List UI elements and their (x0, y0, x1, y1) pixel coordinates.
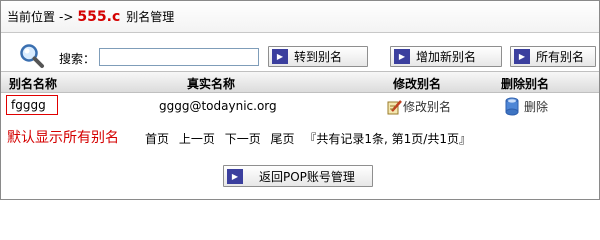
add-alias-button[interactable]: ▶ 增加新别名 (390, 46, 502, 67)
pager-first[interactable]: 首页 (145, 132, 169, 146)
modify-alias-label: 修改别名 (403, 100, 452, 114)
pagination: 首页 上一页 下一页 尾页 『共有记录1条, 第1页/共1页』 (145, 130, 477, 147)
delete-icon (505, 97, 519, 116)
header-modify: 修改别名 (393, 77, 442, 91)
arrow-right-icon: ▶ (227, 168, 243, 184)
arrow-right-icon: ▶ (272, 49, 288, 64)
add-alias-label: 增加新别名 (416, 50, 477, 64)
pager-summary: 『共有记录1条, 第1页/共1页』 (304, 132, 471, 146)
pager-prev[interactable]: 上一页 (179, 132, 215, 146)
breadcrumb-domain: 555.c (77, 8, 121, 25)
search-input[interactable] (99, 48, 259, 66)
table-row: fgggg gggg@todaynic.org 修改别名 删除 (1, 93, 599, 119)
default-note: 默认显示所有别名 (7, 130, 119, 146)
table-header: 别名名称 真实名称 修改别名 删除别名 (1, 71, 599, 93)
real-name-cell: gggg@todaynic.org (159, 99, 277, 113)
back-to-pop-button[interactable]: ▶ 返回POP账号管理 (223, 165, 373, 187)
alias-cell: fgggg (6, 95, 58, 115)
goto-alias-label: 转到别名 (294, 50, 343, 64)
goto-alias-button[interactable]: ▶ 转到别名 (268, 46, 368, 67)
back-to-pop-label: 返回POP账号管理 (259, 169, 355, 184)
all-aliases-button[interactable]: ▶ 所有别名 (510, 46, 596, 67)
header-alias: 别名名称 (9, 77, 58, 91)
header-real: 真实名称 (187, 77, 236, 91)
breadcrumb-arrow: -> (59, 9, 74, 24)
search-toolbar: 搜索： ▶ 转到别名 ▶ 增加新别名 ▶ 所有别名 (1, 41, 599, 69)
alias-management-panel: 当前位置 -> 555.c 别名管理 搜索： ▶ 转到别名 ▶ 增加新别名 ▶ … (0, 0, 600, 200)
pager-next[interactable]: 下一页 (225, 132, 261, 146)
edit-icon (387, 99, 402, 114)
breadcrumb-prefix: 当前位置 (7, 10, 56, 24)
breadcrumb-page: 别名管理 (126, 10, 175, 24)
search-label: 搜索： (59, 52, 96, 66)
delete-alias-label: 删除 (524, 99, 549, 114)
pager-last[interactable]: 尾页 (271, 132, 295, 146)
breadcrumb: 当前位置 -> 555.c 别名管理 (1, 1, 599, 33)
arrow-right-icon: ▶ (394, 49, 410, 64)
modify-alias-link[interactable]: 修改别名 (387, 98, 451, 115)
delete-alias-link[interactable]: 删除 (503, 96, 548, 116)
magnifier-icon (20, 44, 44, 68)
arrow-right-icon: ▶ (514, 49, 530, 64)
header-delete: 删除别名 (501, 77, 550, 91)
all-aliases-label: 所有别名 (536, 50, 585, 64)
